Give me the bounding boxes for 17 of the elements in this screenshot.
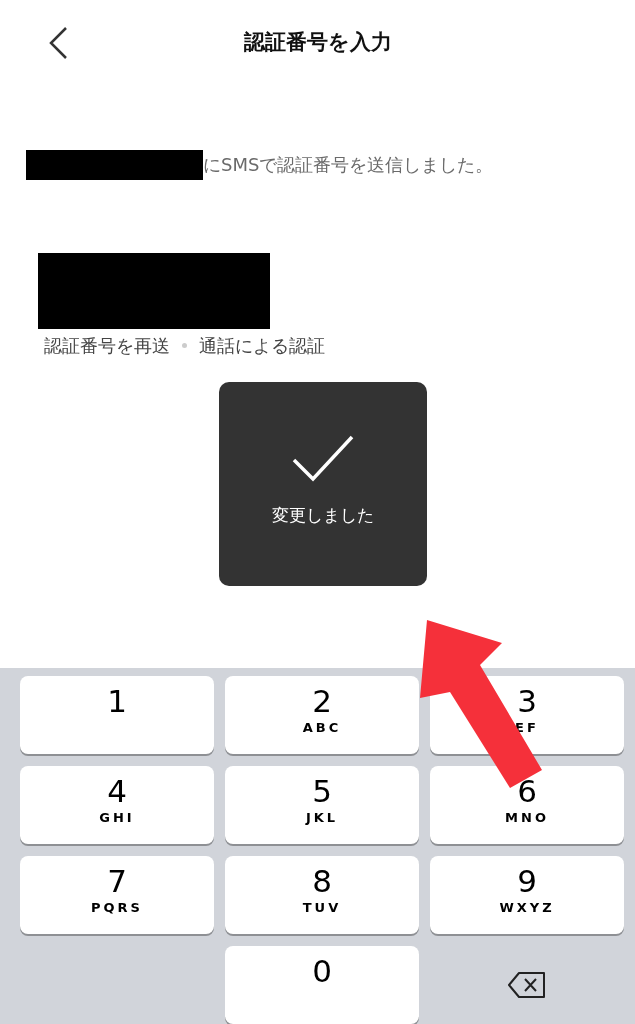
key-button[interactable]: 6 MNO — [430, 766, 624, 844]
key-button[interactable]: 8 TUV — [225, 856, 419, 934]
key-button[interactable]: 0 — [225, 946, 419, 1024]
key-button[interactable]: 7 PQRS — [20, 856, 214, 934]
check-icon — [292, 434, 354, 482]
text-link[interactable]: 通話による認証 — [199, 333, 325, 358]
backspace-icon — [507, 971, 547, 999]
toast-text: 変更しました — [272, 504, 374, 527]
key-button[interactable]: 5 JKL — [225, 766, 419, 844]
sms-message: にSMSで認証番号を送信しました。 — [203, 153, 494, 178]
page-title: 認証番号を入力 — [243, 28, 392, 56]
separator-dot-icon — [182, 342, 187, 348]
key-button[interactable]: 2 ABC — [225, 676, 419, 754]
key-button[interactable]: 9 WXYZ — [430, 856, 624, 934]
key-button[interactable]: 1 — [20, 676, 214, 754]
text-link[interactable]: 認証番号を再送 — [44, 333, 170, 358]
key-button[interactable]: 4 GHI — [20, 766, 214, 844]
